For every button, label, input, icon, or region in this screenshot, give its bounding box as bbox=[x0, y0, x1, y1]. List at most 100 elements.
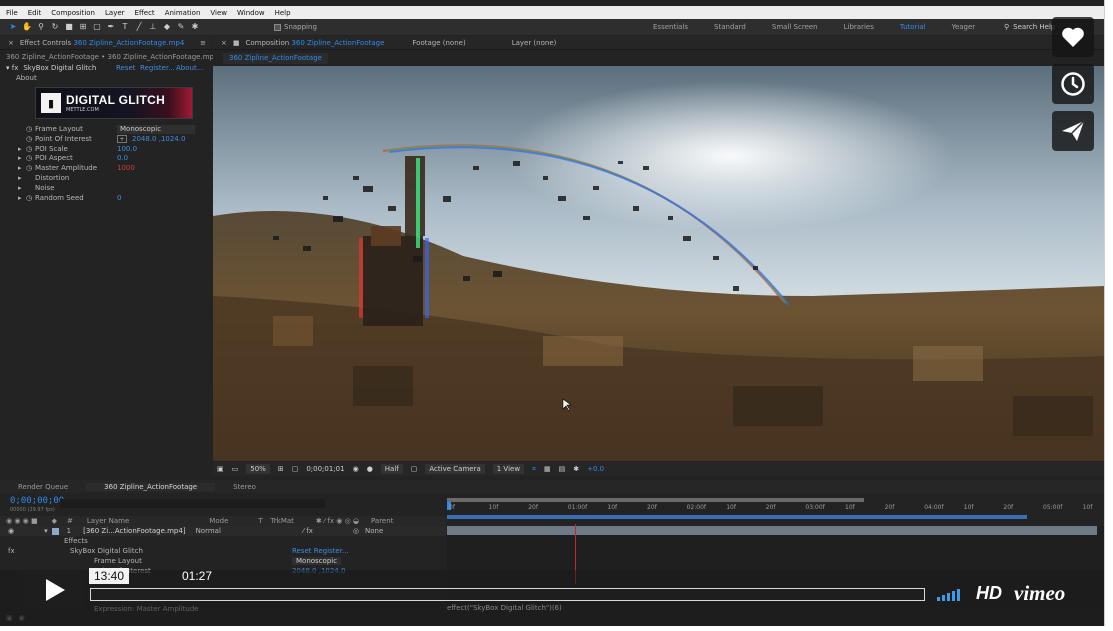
layer-tab[interactable]: Layer (none) bbox=[512, 39, 557, 47]
property-value[interactable]: Monoscopic bbox=[292, 557, 342, 565]
expand-triangle-icon[interactable]: ▸ bbox=[18, 194, 26, 202]
workspace-small-screen[interactable]: Small Screen bbox=[759, 23, 831, 31]
property-row[interactable]: Effects bbox=[0, 536, 446, 546]
register-link[interactable]: Register... bbox=[140, 64, 175, 72]
pan-behind-tool-icon[interactable]: ⊞ bbox=[78, 22, 88, 32]
region-icon[interactable]: ▢ bbox=[411, 465, 418, 473]
watch-later-button[interactable] bbox=[1052, 64, 1094, 104]
workspace-tutorial[interactable]: Tutorial bbox=[887, 23, 939, 31]
stopwatch-icon[interactable]: ◷ bbox=[26, 194, 35, 202]
selection-tool-icon[interactable]: ➤ bbox=[8, 22, 18, 32]
hd-toggle[interactable]: HD bbox=[976, 583, 1002, 604]
clone-stamp-tool-icon[interactable]: ⊥ bbox=[148, 22, 158, 32]
timeline-tab-360-zipline-actionfootage[interactable]: 360 Zipline_ActionFootage bbox=[86, 482, 216, 491]
timeline-tab-stereo[interactable]: Stereo bbox=[215, 483, 274, 491]
layer-parent-dropdown[interactable]: None bbox=[365, 527, 383, 535]
footage-tab[interactable]: Footage (none) bbox=[412, 39, 465, 47]
pen-tool-icon[interactable]: ✒ bbox=[106, 22, 116, 32]
brush-tool-icon[interactable]: ╱ bbox=[134, 22, 144, 32]
volume-icon[interactable] bbox=[937, 588, 960, 601]
time-ruler[interactable]: 0f 10f 20f 01:00f 10f 20f 02:00f 10f 20f 03:00f 10… bbox=[447, 498, 1104, 524]
stopwatch-icon[interactable]: ◷ bbox=[26, 154, 35, 162]
about-section-row[interactable]: About bbox=[0, 73, 211, 83]
zoom-tool-icon[interactable]: ⚲ bbox=[36, 22, 46, 32]
hand-tool-icon[interactable]: ✋ bbox=[22, 22, 32, 32]
layer-name-header[interactable]: Layer Name bbox=[87, 517, 129, 525]
crosshair-icon[interactable]: + bbox=[117, 135, 127, 143]
menu-item-effect[interactable]: Effect bbox=[135, 9, 155, 17]
property-row[interactable]: Frame Layout Monoscopic bbox=[0, 556, 446, 566]
rectangle-tool-icon[interactable]: ▢ bbox=[92, 22, 102, 32]
timeline-timecode[interactable]: 0;00;00;00 bbox=[10, 496, 64, 506]
lock-icon[interactable]: ■ bbox=[233, 39, 240, 47]
layer-switches-icon[interactable]: ⁄ fx bbox=[303, 527, 313, 535]
roto-brush-tool-icon[interactable]: ✎ bbox=[176, 22, 186, 32]
parent-header[interactable]: Parent bbox=[371, 517, 393, 525]
vimeo-logo[interactable]: vimeo bbox=[1014, 581, 1065, 606]
work-area-bar[interactable] bbox=[447, 515, 1027, 519]
param-row-noise[interactable]: ▸ Noise bbox=[0, 183, 211, 193]
expand-triangle-icon[interactable]: ▸ bbox=[18, 164, 26, 172]
panel-menu-icon[interactable]: ≡ bbox=[200, 39, 206, 47]
stopwatch-icon[interactable]: ◷ bbox=[26, 125, 35, 133]
menu-item-window[interactable]: Window bbox=[237, 9, 265, 17]
eye-icon[interactable]: ◉ bbox=[8, 527, 14, 535]
like-button[interactable] bbox=[1052, 17, 1094, 57]
layer-name[interactable]: [360 Zi...ActionFootage.mp4] bbox=[83, 527, 185, 535]
eraser-tool-icon[interactable]: ◆ bbox=[162, 22, 172, 32]
type-tool-icon[interactable]: T bbox=[120, 22, 130, 32]
about-link[interactable]: About... bbox=[176, 64, 203, 72]
expand-triangle-icon[interactable]: ▸ bbox=[18, 154, 26, 162]
rotate-tool-icon[interactable]: ↻ bbox=[50, 22, 60, 32]
grid-icon[interactable]: ⊞ bbox=[278, 465, 284, 473]
layer-mode-dropdown[interactable]: Normal bbox=[196, 527, 221, 535]
param-row-poi-aspect[interactable]: ▸ ◷ POI Aspect 0.0 bbox=[0, 153, 211, 163]
param-value[interactable]: 100.0 bbox=[117, 145, 137, 153]
zoom-dropdown[interactable]: 50% bbox=[246, 464, 270, 474]
param-row-point-of-interest[interactable]: ◷ Point Of Interest 2048.0 ,1024.0 + bbox=[0, 134, 211, 144]
param-dropdown[interactable]: Monoscopic bbox=[117, 124, 195, 134]
menu-item-composition[interactable]: Composition bbox=[51, 9, 95, 17]
menu-item-edit[interactable]: Edit bbox=[28, 9, 42, 17]
param-value[interactable]: 0 bbox=[117, 194, 121, 202]
composition-tab[interactable]: Composition 360 Zipline_ActionFootage bbox=[246, 39, 385, 47]
views-dropdown[interactable]: 1 View bbox=[492, 464, 525, 474]
exposure-value[interactable]: +0.0 bbox=[587, 465, 604, 473]
trkmat-header[interactable]: TrkMat bbox=[271, 517, 294, 525]
menu-item-view[interactable]: View bbox=[210, 9, 227, 17]
expand-triangle-icon[interactable]: ▸ bbox=[18, 145, 26, 153]
fx-badge[interactable]: ▾ fx bbox=[6, 64, 18, 72]
workspace-standard[interactable]: Standard bbox=[701, 23, 759, 31]
workspace-essentials[interactable]: Essentials bbox=[640, 23, 701, 31]
workspace-yeager[interactable]: Yeager bbox=[939, 23, 989, 31]
time-navigator-bar[interactable] bbox=[447, 498, 864, 502]
property-value[interactable]: Reset Register... bbox=[292, 547, 349, 555]
menu-item-help[interactable]: Help bbox=[275, 9, 291, 17]
mask-icon[interactable]: ▢ bbox=[292, 465, 299, 473]
exposure-icon[interactable]: ✱ bbox=[573, 465, 579, 473]
param-value[interactable]: 2048.0 ,1024.0 bbox=[132, 135, 185, 143]
monitor-icon[interactable]: ▭ bbox=[232, 465, 239, 473]
mode-header[interactable]: Mode bbox=[209, 517, 228, 525]
fx-badge[interactable]: fx bbox=[8, 547, 15, 555]
menu-item-file[interactable]: File bbox=[6, 9, 18, 17]
snapping-checkbox[interactable] bbox=[274, 23, 281, 31]
menu-item-animation[interactable]: Animation bbox=[165, 9, 201, 17]
stopwatch-icon[interactable]: ◷ bbox=[26, 145, 35, 153]
param-row-master-amplitude[interactable]: ▸ ◷ Master Amplitude 1000 bbox=[0, 163, 211, 173]
workspace-libraries[interactable]: Libraries bbox=[831, 23, 887, 31]
camera-tool-icon[interactable]: ■ bbox=[64, 22, 74, 32]
effect-controls-tab[interactable]: Effect Controls 360 Zipline_ActionFootag… bbox=[20, 39, 184, 47]
expand-triangle-icon[interactable]: ▾ bbox=[44, 527, 48, 535]
timeline-icon[interactable]: ▦ bbox=[544, 465, 551, 473]
fast-preview-icon[interactable]: ⌗ bbox=[532, 465, 536, 474]
layer-duration-bar[interactable] bbox=[447, 526, 1097, 535]
progress-bar[interactable] bbox=[90, 588, 925, 601]
snapshot-icon[interactable]: ◉ bbox=[353, 465, 359, 473]
composition-subtab[interactable]: 360 Zipline_ActionFootage bbox=[223, 53, 328, 64]
menu-item-layer[interactable]: Layer bbox=[105, 9, 125, 17]
t-header[interactable]: T bbox=[258, 517, 262, 525]
expression-text[interactable]: effect("SkyBox Digital Glitch")(6) bbox=[447, 604, 562, 612]
param-row-random-seed[interactable]: ▸ ◷ Random Seed 0 bbox=[0, 193, 211, 203]
viewer-time[interactable]: 0;00;01;01 bbox=[306, 465, 344, 473]
